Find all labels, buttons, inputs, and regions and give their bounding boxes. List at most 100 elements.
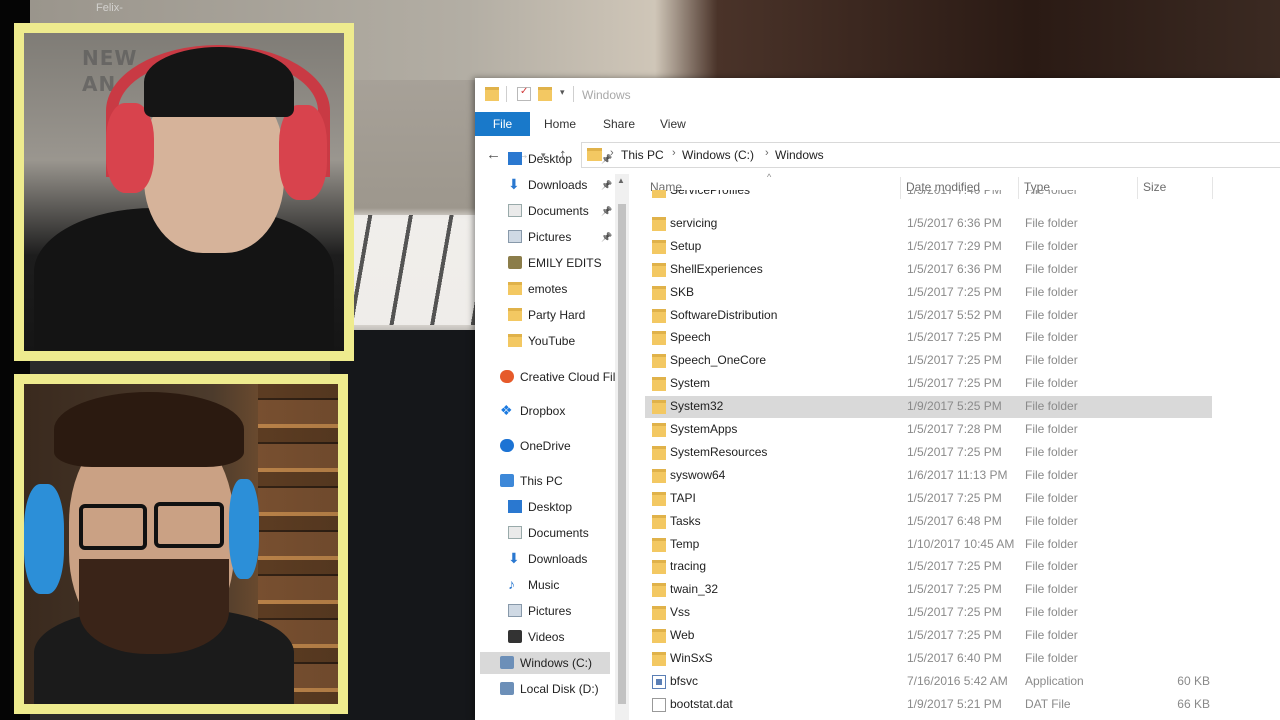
file-name: System32 xyxy=(670,399,724,414)
file-row[interactable]: Setup 1/5/2017 7:29 PM File folder xyxy=(645,236,1212,258)
file-row[interactable]: twain_32 1/5/2017 7:25 PM File folder xyxy=(645,579,1212,601)
file-list[interactable]: ^ Name Date modified Type Size ServicePr… xyxy=(645,172,1280,720)
pin-icon[interactable]: 📌 xyxy=(601,200,612,222)
file-date-modified: 1/5/2017 7:25 PM xyxy=(907,490,1002,505)
sidebar-item-music[interactable]: ♪ Music xyxy=(475,574,615,596)
properties-icon[interactable] xyxy=(517,86,531,101)
file-row[interactable]: ShellExperiences 1/5/2017 6:36 PM File fol… xyxy=(645,259,1212,281)
new-folder-icon[interactable] xyxy=(538,87,552,101)
folder-icon xyxy=(485,87,499,101)
sidebar-item-documents[interactable]: Documents 📌 xyxy=(475,200,615,222)
file-row[interactable]: Web 1/5/2017 7:25 PM File folder xyxy=(645,625,1212,647)
file-date-modified: 1/5/2017 7:25 PM xyxy=(907,628,1002,643)
downloads-icon: ⬇ xyxy=(508,550,520,566)
file-explorer-window[interactable]: ▾ Windows File Home Share View ← → ▾ ↑ ›… xyxy=(475,78,1280,720)
file-type: File folder xyxy=(1025,330,1078,345)
sidebar-item-creative-cloud-fil[interactable]: Creative Cloud Fil xyxy=(475,366,615,388)
chevron-right-icon[interactable]: › xyxy=(765,147,769,159)
file-name: tracing xyxy=(670,559,707,574)
file-row[interactable]: bootstat.dat 1/9/2017 5:21 PM DAT File 66 K… xyxy=(645,694,1212,716)
person-glasses-left xyxy=(79,504,147,550)
file-row[interactable]: SystemResources 1/5/2017 7:25 PM File fold… xyxy=(645,442,1212,464)
sidebar-item-downloads[interactable]: ⬇ Downloads 📌 xyxy=(475,174,615,196)
file-name: Setup xyxy=(670,238,702,253)
breadcrumb-this-pc[interactable]: This PC xyxy=(621,148,664,162)
file-date-modified: 1/5/2017 7:25 PM xyxy=(907,605,1002,620)
sidebar-item-videos[interactable]: Videos xyxy=(475,626,615,648)
file-row[interactable]: syswow64 1/6/2017 11:13 PM File folder xyxy=(645,465,1212,487)
column-divider[interactable] xyxy=(1212,177,1213,199)
pin-icon[interactable]: 📌 xyxy=(601,174,612,196)
file-size: 60 KB xyxy=(1177,673,1210,688)
file-row[interactable]: Tasks 1/5/2017 6:48 PM File folder xyxy=(645,511,1212,533)
file-name: Speech_OneCore xyxy=(670,353,767,368)
file-row[interactable]: bfsvc 7/16/2016 5:42 AM Application 60 KB xyxy=(645,671,1212,693)
file-row[interactable]: TAPI 1/5/2017 7:25 PM File folder xyxy=(645,488,1212,510)
scrollbar-thumb[interactable] xyxy=(618,204,626,704)
file-name: SystemResources xyxy=(670,444,768,459)
file-type: Application xyxy=(1025,673,1084,688)
pin-icon[interactable]: 📌 xyxy=(601,148,612,170)
file-row[interactable]: SystemApps 1/5/2017 7:28 PM File folder xyxy=(645,419,1212,441)
sidebar-item-windows-c[interactable]: Windows (C:) xyxy=(480,652,610,674)
sidebar-item-party-hard[interactable]: Party Hard xyxy=(475,304,615,326)
tab-view[interactable]: View xyxy=(660,112,686,136)
application-icon xyxy=(652,674,666,689)
sidebar-item-downloads[interactable]: ⬇ Downloads xyxy=(475,548,615,570)
file-row[interactable]: tracing 1/5/2017 7:25 PM File folder xyxy=(645,556,1212,578)
file-date-modified: 1/6/2017 11:13 PM xyxy=(907,467,1008,482)
file-row[interactable]: Vss 1/5/2017 7:25 PM File folder xyxy=(645,602,1212,624)
scroll-up-arrow-icon[interactable]: ▲ xyxy=(617,176,625,185)
file-name: ServiceProfiles xyxy=(670,190,751,197)
folder-icon xyxy=(652,377,666,392)
file-row[interactable]: System 1/5/2017 7:25 PM File folder xyxy=(645,373,1212,395)
file-row[interactable]: WinSxS 1/5/2017 6:40 PM File folder xyxy=(645,648,1212,670)
file-row[interactable]: servicing 1/5/2017 6:36 PM File folder xyxy=(645,213,1212,235)
sidebar-item-pictures[interactable]: Pictures xyxy=(475,600,615,622)
file-size: 66 KB xyxy=(1177,696,1210,711)
streamer-name: Felix- xyxy=(96,2,123,14)
file-row[interactable]: System32 1/9/2017 5:25 PM File folder xyxy=(645,396,1212,419)
file-type: File folder xyxy=(1025,605,1078,620)
title-bar[interactable]: ▾ Windows xyxy=(475,78,1280,113)
chevron-right-icon[interactable]: › xyxy=(672,147,676,159)
file-row[interactable]: ServiceProfiles 1/5/2017 7:40 PM File fold… xyxy=(645,190,1212,202)
sidebar-item-youtube[interactable]: YouTube xyxy=(475,330,615,352)
file-date-modified: 1/5/2017 7:28 PM xyxy=(907,422,1002,436)
address-bar[interactable]: › This PC › Windows (C:) › Windows xyxy=(581,142,1280,168)
ribbon-tabs: File Home Share View xyxy=(475,112,1280,137)
navigation-scrollbar[interactable]: ▲ xyxy=(615,174,629,720)
file-date-modified: 1/5/2017 7:25 PM xyxy=(907,330,1002,345)
sidebar-item-label: Videos xyxy=(528,630,565,644)
sidebar-item-desktop[interactable]: Desktop xyxy=(475,496,615,518)
sidebar-item-label: Music xyxy=(528,578,560,592)
breadcrumb-windows-c[interactable]: Windows (C:) xyxy=(682,148,754,162)
tab-share[interactable]: Share xyxy=(603,112,635,136)
sidebar-item-onedrive[interactable]: OneDrive xyxy=(475,435,615,457)
sidebar-item-label: EMILY EDITS xyxy=(528,256,602,270)
quick-access-dropdown-icon[interactable]: ▾ xyxy=(560,87,565,98)
file-name: SystemApps xyxy=(670,422,738,436)
pin-icon[interactable]: 📌 xyxy=(601,226,612,248)
sidebar-item-local-disk-d[interactable]: Local Disk (D:) xyxy=(475,678,615,700)
sidebar-item-this-pc[interactable]: This PC xyxy=(475,470,615,492)
tab-file[interactable]: File xyxy=(475,112,530,136)
file-row[interactable]: Temp 1/10/2017 10:45 AM File folder xyxy=(645,534,1212,556)
navigation-pane[interactable]: Desktop 📌 ⬇ Downloads 📌 Documents 📌 Pictures 📌 EM… xyxy=(475,152,627,720)
file-row[interactable]: SKB 1/5/2017 7:25 PM File folder xyxy=(645,282,1212,304)
folder-icon xyxy=(652,606,666,621)
file-row[interactable]: Speech_OneCore 1/5/2017 7:25 PM File folde… xyxy=(645,350,1212,372)
file-date-modified: 7/16/2016 5:42 AM xyxy=(907,673,1008,688)
sidebar-item-emotes[interactable]: emotes xyxy=(475,278,615,300)
sidebar-item-pictures[interactable]: Pictures 📌 xyxy=(475,226,615,248)
sidebar-item-desktop[interactable]: Desktop 📌 xyxy=(475,148,615,170)
sidebar-item-emily-edits[interactable]: EMILY EDITS xyxy=(475,252,615,274)
folder-icon xyxy=(652,652,666,666)
file-row[interactable]: SoftwareDistribution 1/5/2017 5:52 PM File… xyxy=(645,305,1212,327)
folder-icon xyxy=(652,331,666,346)
sidebar-item-dropbox[interactable]: ❖ Dropbox xyxy=(475,400,615,422)
tab-home[interactable]: Home xyxy=(544,112,576,136)
file-row[interactable]: Speech 1/5/2017 7:25 PM File folder xyxy=(645,327,1212,349)
sidebar-item-documents[interactable]: Documents xyxy=(475,522,615,544)
breadcrumb-windows[interactable]: Windows xyxy=(775,148,824,162)
